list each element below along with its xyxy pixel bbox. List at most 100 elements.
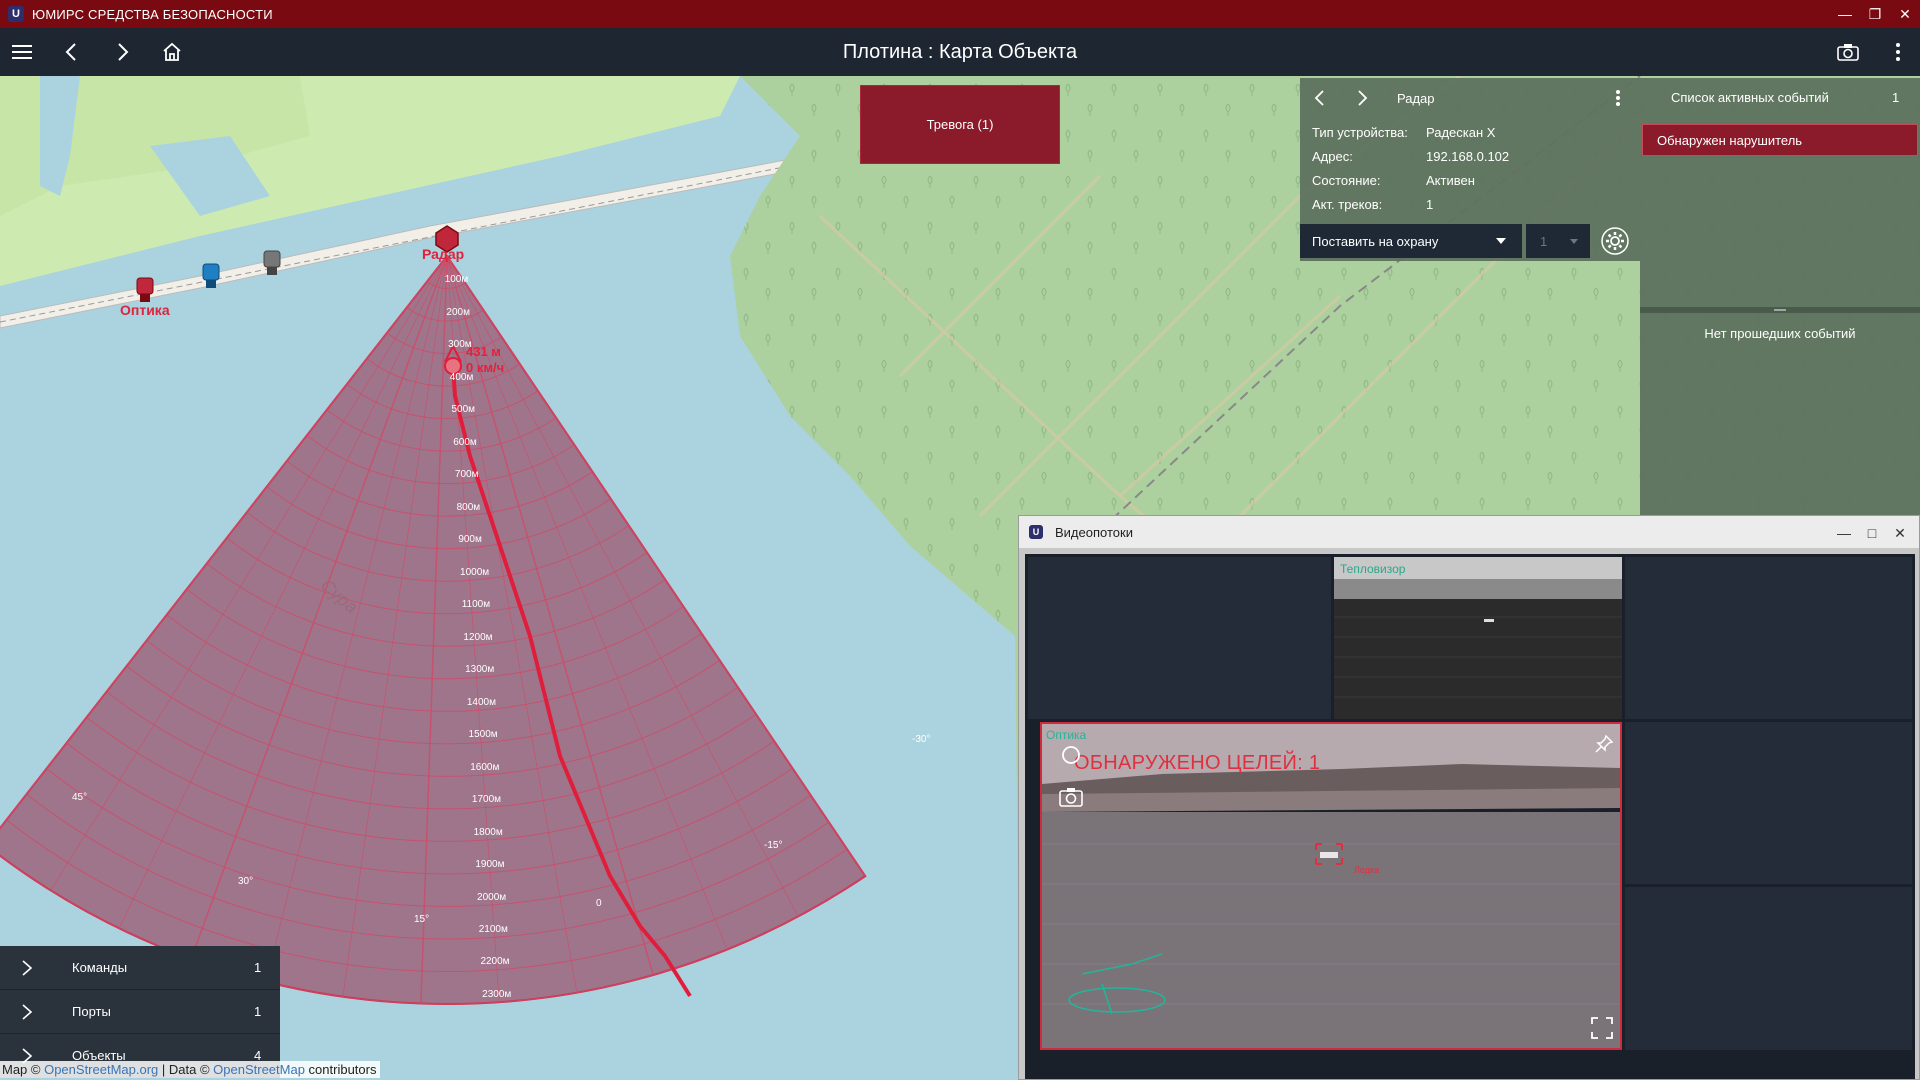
osm-link[interactable]: OpenStreetMap.org [44, 1062, 158, 1077]
range-label: 1300м [465, 664, 495, 676]
pin-icon[interactable] [1594, 734, 1614, 754]
app-logo-icon: U [1029, 525, 1043, 539]
thermal-camera-name: Тепловизор [1340, 562, 1406, 576]
side-item-ports[interactable]: Порты 1 [0, 990, 280, 1034]
info-label: Тип устройства: [1312, 125, 1408, 140]
bearing-label: -30° [912, 734, 931, 745]
back-icon[interactable] [56, 36, 88, 68]
range-label: 2200м [480, 956, 510, 968]
next-device-icon[interactable] [1352, 88, 1372, 108]
fullscreen-icon[interactable] [1590, 1016, 1614, 1040]
map-attribution: Map © OpenStreetMap.org | Data © OpenStr… [0, 1061, 381, 1078]
thermal-video-frame [1334, 557, 1622, 719]
range-label: 2300м [482, 988, 512, 1000]
video-slot-empty[interactable] [1625, 722, 1912, 884]
events-splitter[interactable] [1640, 307, 1920, 313]
bearing-label: 30° [238, 876, 254, 887]
more-vertical-icon[interactable] [1612, 88, 1624, 108]
event-item-intruder[interactable]: Обнаружен нарушитель [1642, 124, 1918, 156]
side-item-label: Порты [72, 1004, 111, 1019]
window-titlebar[interactable]: U ЮМИРС СРЕДСТВА БЕЗОПАСНОСТИ — ❐ ✕ [0, 0, 1920, 28]
range-label: 900м [458, 534, 482, 546]
optic-camera-feed[interactable]: Оптика ОБНАРУЖЕНО ЦЕЛЕЙ: 1 Лодка [1040, 722, 1622, 1050]
range-label: 600м [453, 436, 477, 448]
video-window-titlebar[interactable]: U Видеопотоки — □ ✕ [1019, 516, 1919, 548]
active-events-title: Список активных событий [1671, 90, 1829, 105]
optic-label: Оптика [120, 302, 170, 318]
range-label: 1000м [460, 566, 490, 578]
zone-number-select[interactable]: 1 [1526, 224, 1590, 258]
side-item-commands[interactable]: Команды 1 [0, 946, 280, 990]
events-panel: Список активных событий 1 Обнаружен нару… [1640, 78, 1920, 516]
info-value: 192.168.0.102 [1426, 149, 1510, 164]
past-events-empty: Нет прошедших событий [1704, 326, 1856, 341]
range-label: 200м [446, 306, 470, 318]
range-label: 2000м [477, 891, 507, 903]
snapshot-camera-icon[interactable] [1058, 786, 1084, 808]
app-title: ЮМИРС СРЕДСТВА БЕЗОПАСНОСТИ [32, 6, 273, 22]
chevron-right-icon [22, 960, 33, 976]
chevron-down-icon [1496, 238, 1506, 244]
more-vertical-icon[interactable] [1882, 36, 1914, 68]
video-slot-empty[interactable] [1625, 887, 1912, 1050]
side-item-count: 1 [254, 1004, 262, 1019]
range-label: 1800м [473, 826, 503, 838]
side-item-label: Команды [72, 960, 128, 975]
restore-icon[interactable]: ❐ [1860, 0, 1890, 28]
minimize-icon[interactable]: — [1830, 0, 1860, 28]
range-label: 1500м [468, 729, 498, 741]
menu-icon[interactable] [6, 36, 38, 68]
info-value: 1 [1426, 197, 1434, 212]
target-boat-label: Лодка [1354, 865, 1380, 875]
chevron-right-icon [22, 1004, 33, 1020]
side-item-count: 1 [254, 960, 262, 975]
app-logo-icon: U [8, 6, 24, 22]
screenshot-camera-icon[interactable] [1832, 36, 1864, 68]
info-label: Адрес: [1312, 149, 1353, 164]
range-label: 2100м [478, 924, 508, 936]
close-icon[interactable]: ✕ [1890, 0, 1920, 28]
range-label: 1600м [470, 761, 500, 773]
range-label: 700м [454, 469, 479, 481]
forward-icon[interactable] [106, 36, 138, 68]
splitter-grip-icon [1774, 309, 1786, 311]
optic-camera-icon[interactable] [136, 277, 154, 302]
range-label: 800м [456, 501, 481, 513]
device-name: Радар [1397, 91, 1435, 106]
bearing-label: -15° [764, 840, 783, 851]
thermal-camera-feed[interactable]: Тепловизор [1334, 557, 1622, 719]
device-info-panel: Радар Тип устройства: Радескан X Адрес: 19… [1300, 78, 1640, 261]
thermal-camera-icon[interactable] [202, 263, 220, 288]
video-streams-window: U Видеопотоки — □ ✕ Тепловизор Оптика ОБ… [1018, 515, 1920, 1080]
active-events-count: 1 [1892, 90, 1900, 105]
optic-camera-name: Оптика [1046, 728, 1087, 742]
track-distance-label: 431 м [466, 344, 501, 359]
page-title: Плотина : Карта Объекта [842, 41, 1078, 63]
attr-mid: | Data © [158, 1062, 214, 1077]
attr-suffix: contributors [304, 1062, 377, 1077]
video-grid: Тепловизор Оптика ОБНАРУЖЕНО ЦЕЛЕЙ: 1 Ло… [1025, 554, 1915, 1079]
range-label: 1400м [466, 696, 496, 708]
close-icon[interactable]: ✕ [1889, 522, 1911, 544]
bearing-label: 45° [72, 792, 88, 803]
video-slot-empty[interactable] [1028, 557, 1331, 719]
maximize-icon[interactable]: □ [1861, 522, 1883, 544]
range-label: 1200м [463, 631, 493, 643]
device-tracks-row: Акт. треков: 1 [1312, 197, 1632, 217]
prev-device-icon[interactable] [1310, 88, 1330, 108]
info-value: Активен [1426, 173, 1475, 188]
guard-mode-select[interactable]: Поставить на охрану [1300, 224, 1522, 258]
video-window-title: Видеопотоки [1055, 525, 1133, 540]
home-icon[interactable] [156, 36, 188, 68]
alarm-button[interactable]: Тревога (1) [860, 85, 1060, 164]
radar-label: Радар [422, 246, 465, 262]
record-circle-icon[interactable] [1060, 744, 1082, 766]
device-panel-header: Радар [1300, 78, 1640, 118]
video-slot-empty[interactable] [1625, 557, 1912, 719]
device-settings-icon[interactable] [1600, 226, 1630, 256]
camera-inactive-icon[interactable] [263, 250, 281, 275]
device-address-row: Адрес: 192.168.0.102 [1312, 149, 1632, 169]
chevron-down-icon [1570, 239, 1578, 244]
osm-data-link[interactable]: OpenStreetMap [213, 1062, 305, 1077]
minimize-icon[interactable]: — [1833, 522, 1855, 544]
